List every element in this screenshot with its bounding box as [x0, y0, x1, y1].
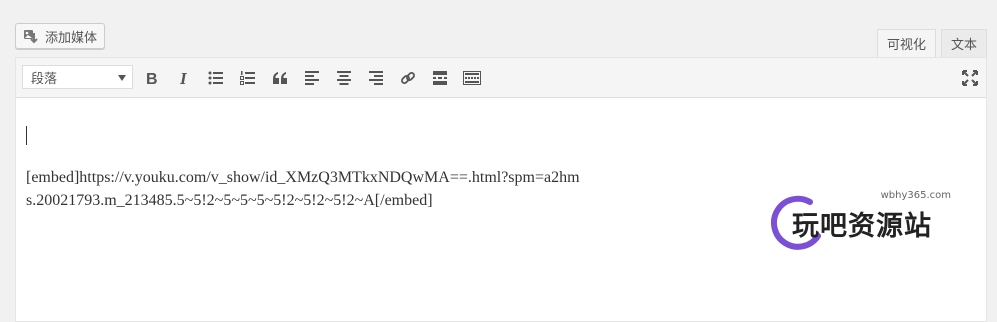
italic-icon: I: [179, 70, 188, 86]
insert-link-button[interactable]: [398, 68, 418, 88]
read-more-button[interactable]: [430, 68, 450, 88]
toolbar-toggle-icon: [463, 71, 481, 85]
add-media-icon: [24, 30, 38, 44]
add-media-button[interactable]: 添加媒体: [15, 23, 105, 49]
bulleted-list-button[interactable]: [206, 68, 226, 88]
add-media-label: 添加媒体: [45, 30, 98, 46]
numbered-list-button[interactable]: [238, 68, 258, 88]
toolbar-toggle-button[interactable]: [462, 68, 482, 88]
align-center-button[interactable]: [334, 68, 354, 88]
svg-text:B: B: [146, 71, 158, 86]
tab-visual[interactable]: 可视化: [876, 29, 936, 57]
watermark-url: wbhy365.com: [880, 190, 951, 201]
chevron-down-icon: [118, 75, 126, 81]
align-left-icon: [305, 71, 319, 85]
blockquote-icon: [273, 72, 287, 84]
align-right-button[interactable]: [366, 68, 386, 88]
tab-text[interactable]: 文本: [940, 29, 987, 57]
editor-toolbar: 段落 B I: [16, 58, 986, 98]
format-select-value: 段落: [31, 71, 58, 87]
bulleted-list-icon: [208, 71, 223, 85]
fullscreen-button[interactable]: [960, 68, 980, 88]
blockquote-button[interactable]: [270, 68, 290, 88]
numbered-list-icon: [240, 71, 255, 85]
embed-shortcode-text: [embed]https://v.youku.com/v_show/id_XMz…: [26, 169, 580, 209]
watermark-logo: wbhy365.com 玩吧资源站: [770, 190, 955, 252]
italic-button[interactable]: I: [174, 68, 194, 88]
editor-tabs: 可视化 文本: [876, 29, 987, 57]
insert-link-icon: [401, 72, 415, 84]
align-left-button[interactable]: [302, 68, 322, 88]
svg-text:I: I: [179, 70, 188, 86]
fullscreen-icon: [962, 70, 978, 86]
read-more-icon: [433, 71, 447, 85]
align-center-icon: [337, 71, 351, 85]
watermark-site-name: 玩吧资源站: [792, 211, 932, 242]
paragraph-format-select[interactable]: 段落: [22, 65, 133, 89]
text-caret: [26, 126, 27, 145]
align-right-icon: [369, 71, 383, 85]
bold-button[interactable]: B: [142, 68, 162, 88]
bold-icon: B: [146, 71, 158, 86]
